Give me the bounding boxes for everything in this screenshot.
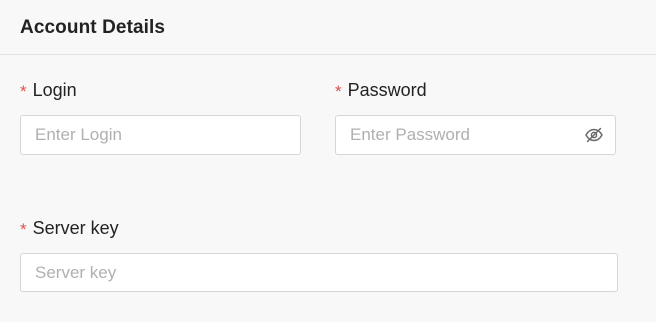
login-input[interactable] [20,115,301,155]
password-required-mark: * [335,82,342,101]
login-label: Login [32,80,77,100]
server-key-label-group: * Server key [20,218,119,239]
section-divider [0,54,656,55]
password-field [335,115,616,155]
password-label: Password [347,80,427,100]
server-key-label: Server key [32,218,119,238]
account-details-form: Account Details * Login * Password * Server… [0,0,656,322]
password-input[interactable] [335,115,616,155]
password-label-group: * Password [335,80,427,101]
login-label-group: * Login [20,80,77,101]
server-key-input[interactable] [20,253,618,292]
login-required-mark: * [20,82,27,101]
section-title: Account Details [20,17,166,38]
server-key-required-mark: * [20,220,27,239]
eye-slash-icon[interactable] [584,125,604,145]
